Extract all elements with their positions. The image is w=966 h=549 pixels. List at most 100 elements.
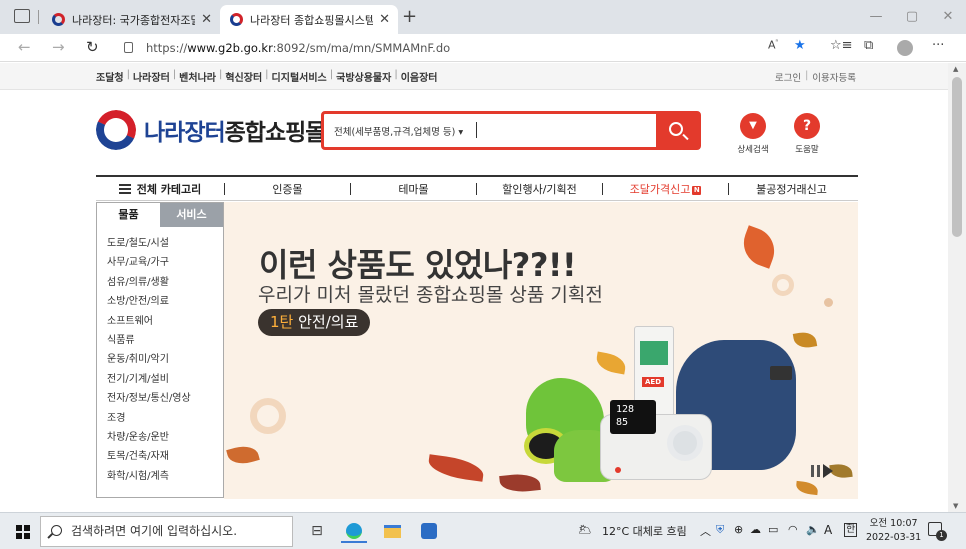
- nav-discount-events[interactable]: 할인행사/기획전: [477, 181, 602, 197]
- category-item[interactable]: 전자/정보/통신/영상: [107, 389, 223, 408]
- file-explorer-icon[interactable]: [379, 519, 405, 543]
- tab-goods[interactable]: 물품: [97, 203, 160, 227]
- category-item[interactable]: 소프트웨어: [107, 312, 223, 331]
- browser-tab-1[interactable]: 나라장터: 국가종합전자조달 ✕: [42, 5, 220, 34]
- nav-certified-mall[interactable]: 인증몰: [225, 181, 350, 197]
- close-window-icon[interactable]: ✕: [930, 0, 966, 34]
- browser-tab-2[interactable]: 나라장터 종합쇼핑몰시스템 ✕: [220, 5, 398, 34]
- page-content: 조달청 | 나라장터 | 벤처나라 | 혁신장터 | 디지털서비스 | 국방상용물자 | 이…: [0, 63, 948, 512]
- ime-mode[interactable]: 한: [844, 523, 858, 537]
- util-link[interactable]: 벤처나라: [179, 69, 216, 84]
- logo-emblem-icon: [96, 110, 136, 150]
- register-link[interactable]: 이용자등록: [812, 70, 856, 84]
- play-icon[interactable]: [823, 464, 833, 478]
- util-link[interactable]: 조달청: [96, 69, 124, 84]
- util-link[interactable]: 나라장터: [133, 69, 170, 84]
- search-button[interactable]: [656, 113, 699, 148]
- category-item[interactable]: 섬유/의류/생활: [107, 273, 223, 292]
- category-item[interactable]: 차량/운송/운반: [107, 428, 223, 447]
- input-language[interactable]: A: [824, 523, 832, 537]
- nav-price-report[interactable]: 조달가격신고 N: [603, 181, 728, 197]
- site-logo[interactable]: 나라장터종합쇼핑몰: [96, 110, 326, 150]
- util-link[interactable]: 디지털서비스: [272, 69, 327, 84]
- tab-actions-icon[interactable]: [14, 9, 30, 23]
- category-item[interactable]: 전기/기계/설비: [107, 370, 223, 389]
- category-item[interactable]: 토목/건축/자재: [107, 447, 223, 466]
- tray-expand-icon[interactable]: ︿: [700, 523, 711, 539]
- promo-banner[interactable]: 이런 상품도 있었나??!! 우리가 미처 몰랐던 종합쇼핑몰 상품 기획전 1…: [224, 202, 858, 499]
- utility-bar: 조달청 | 나라장터 | 벤처나라 | 혁신장터 | 디지털서비스 | 국방상용물자 | 이…: [0, 63, 948, 90]
- volume-icon[interactable]: 🔈: [806, 523, 820, 536]
- windows-taskbar: 검색하려면 여기에 입력하십시오. ⊟ 🌥 12°C 대체로 흐림 ︿ ⛨ ⊕ …: [0, 512, 966, 549]
- decor-dot: [824, 298, 833, 307]
- page-scrollbar[interactable]: ▲ ▼: [948, 63, 966, 512]
- leaf-icon: [792, 330, 818, 350]
- maximize-icon[interactable]: ▢: [894, 0, 930, 34]
- back-icon[interactable]: ←: [18, 38, 31, 56]
- profile-avatar-icon[interactable]: [897, 40, 913, 56]
- minimize-icon[interactable]: —: [858, 0, 894, 34]
- detailed-search-button[interactable]: ▼ 상세검색: [728, 113, 778, 155]
- notification-center-icon[interactable]: 1: [928, 522, 947, 541]
- login-link[interactable]: 로그인: [775, 70, 801, 84]
- leaf-icon: [499, 471, 541, 495]
- window-controls: — ▢ ✕: [858, 0, 966, 34]
- category-item[interactable]: 조경: [107, 409, 223, 428]
- close-tab-icon[interactable]: ✕: [379, 12, 390, 27]
- account-links: 로그인 | 이용자등록: [774, 70, 856, 84]
- nav-theme-mall[interactable]: 테마몰: [351, 181, 476, 197]
- more-menu-icon[interactable]: ···: [932, 38, 944, 53]
- help-button[interactable]: ? 도움말: [782, 113, 832, 155]
- windows-start-icon[interactable]: [16, 525, 30, 539]
- weather-text[interactable]: 12°C 대체로 흐림: [602, 523, 687, 539]
- refresh-icon[interactable]: ↻: [86, 38, 99, 56]
- favorite-star-icon[interactable]: ★: [794, 38, 806, 53]
- util-link[interactable]: 혁신장터: [225, 69, 262, 84]
- onedrive-icon[interactable]: ☁: [750, 523, 761, 536]
- new-tab-icon[interactable]: +: [402, 6, 417, 27]
- nav-unfair-trade-report[interactable]: 불공정거래신고: [729, 181, 854, 197]
- url-input[interactable]: https://www.g2b.go.kr:8092/sm/ma/mn/SMMA…: [112, 37, 832, 59]
- all-category-button[interactable]: 전체 카테고리: [96, 181, 224, 197]
- bp-display: 128 85: [610, 400, 656, 434]
- tab-services[interactable]: 서비스: [160, 203, 223, 227]
- taskbar-clock[interactable]: 오전 10:07 2022-03-31: [866, 517, 921, 545]
- aed-label: AED: [642, 377, 665, 387]
- scroll-down-icon[interactable]: ▼: [953, 502, 958, 510]
- category-item[interactable]: 도로/철도/시설: [107, 234, 223, 253]
- defender-icon[interactable]: ⛨: [716, 523, 724, 537]
- category-panel: 물품 서비스 도로/철도/시설 사무/교육/가구 섬유/의류/생활 소방/안전/…: [96, 202, 224, 498]
- scroll-up-icon[interactable]: ▲: [953, 65, 958, 73]
- collections-icon[interactable]: ⧉: [864, 38, 873, 53]
- main-navigation: 전체 카테고리 인증몰 테마몰 할인행사/기획전 조달가격신고 N 불공정거래신고: [96, 175, 858, 201]
- scroll-thumb[interactable]: [952, 77, 962, 237]
- leaf-icon: [795, 480, 819, 496]
- help-icon: ?: [794, 113, 820, 139]
- weather-icon[interactable]: 🌥: [578, 523, 592, 536]
- pause-icon[interactable]: [811, 465, 814, 477]
- wifi-icon[interactable]: ◠: [788, 523, 798, 536]
- security-icon[interactable]: ⊕: [734, 523, 743, 536]
- tab-title: 나라장터 종합쇼핑몰시스템: [250, 13, 374, 27]
- category-item[interactable]: 화학/시험/계측: [107, 467, 223, 486]
- lock-icon: [124, 42, 133, 53]
- task-view-icon[interactable]: ⊟: [304, 519, 330, 543]
- search-scope-select[interactable]: 전체(세부품명,규격,업체명 등) ▾: [334, 124, 463, 138]
- category-item[interactable]: 소방/안전/의료: [107, 292, 223, 311]
- category-item[interactable]: 운동/취미/악기: [107, 350, 223, 369]
- app-icon[interactable]: [416, 519, 442, 543]
- category-item[interactable]: 식품류: [107, 331, 223, 350]
- read-aloud-icon[interactable]: Aⁿ: [768, 38, 778, 52]
- display-icon[interactable]: ▭: [768, 523, 778, 536]
- edge-browser-icon[interactable]: [341, 519, 367, 543]
- leaf-icon: [226, 442, 260, 468]
- leaf-icon: [426, 454, 486, 482]
- util-link[interactable]: 이음장터: [401, 69, 438, 84]
- taskbar-search-input[interactable]: 검색하려면 여기에 입력하십시오.: [40, 516, 293, 547]
- category-item[interactable]: 사무/교육/가구: [107, 253, 223, 272]
- favorites-list-icon[interactable]: ☆≡: [830, 38, 853, 53]
- forward-icon[interactable]: →: [52, 38, 65, 56]
- util-link[interactable]: 국방상용물자: [336, 69, 391, 84]
- search-input[interactable]: [476, 122, 477, 138]
- close-tab-icon[interactable]: ✕: [201, 12, 212, 27]
